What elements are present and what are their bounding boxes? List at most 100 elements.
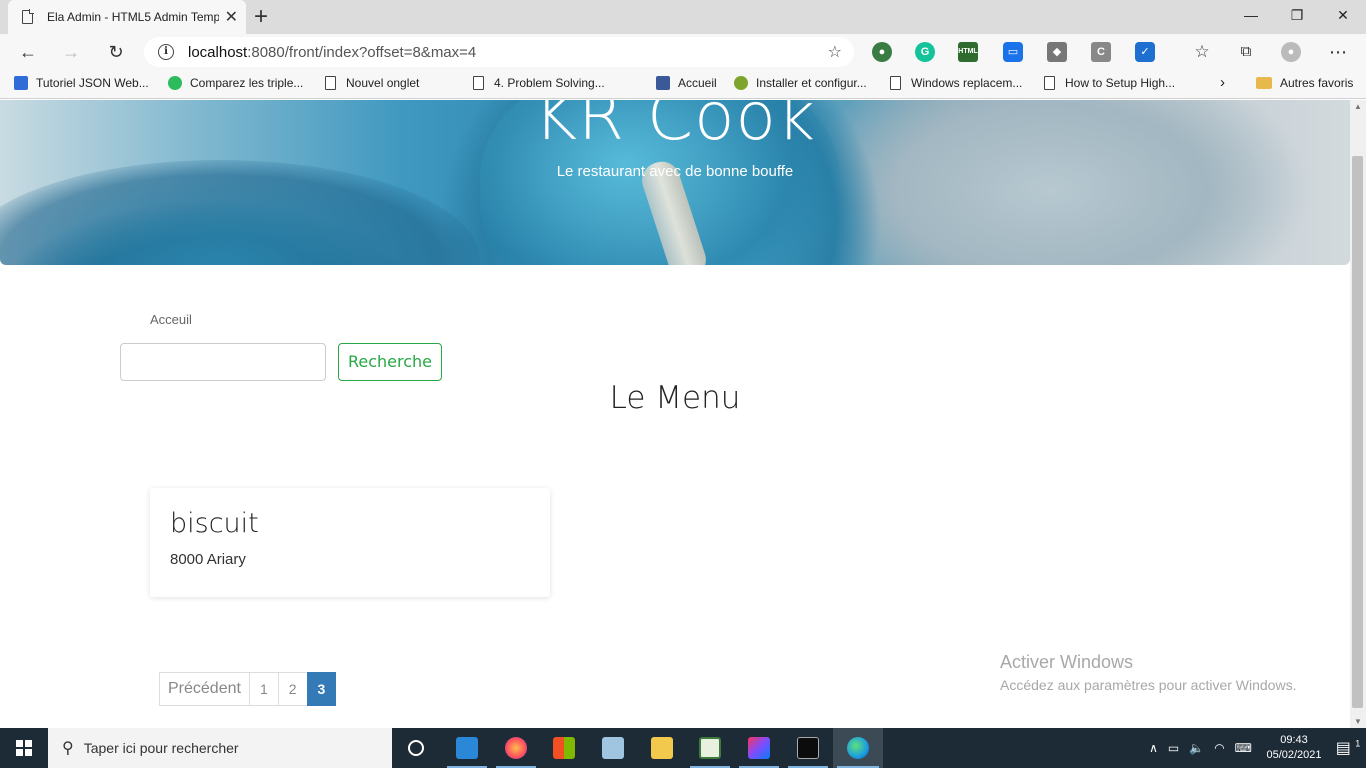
firefox-icon [505,737,527,759]
notes-icon [602,737,624,759]
start-button[interactable] [0,728,48,768]
favorites-icon[interactable]: ☆ [1188,39,1216,65]
site-info-icon[interactable]: i [158,44,174,60]
bookmark-label: How to Setup High... [1065,76,1176,90]
grammarly-icon[interactable]: G [915,42,935,62]
system-tray: ∧ ▭ 🔈 ◠ ⌨ 09:43 05/02/2021 ▤ 1 [1149,728,1366,768]
search-icon: ⚲ [62,740,74,757]
pagination-previous[interactable]: Précédent [159,672,250,706]
terminal-icon [797,737,819,759]
intellij-icon [748,737,770,759]
windows-activation-watermark: Activer Windows Accédez aux paramètres p… [1000,652,1296,693]
url-path: :8080/front/index?offset=8&max=4 [247,43,477,61]
bookmark-item[interactable]: Tutoriel JSON Web... [14,76,149,90]
bookmark-item[interactable]: Accueil [656,76,717,90]
profile-avatar-icon[interactable]: ● [1281,42,1301,62]
bookmark-label: Accueil [678,76,717,90]
site-tagline: Le restaurant avec de bonne bouffe [556,163,794,180]
page-icon [1044,76,1055,90]
volume-icon[interactable]: 🔈 [1189,741,1204,755]
show-hidden-icons-icon[interactable]: ∧ [1149,741,1158,755]
folder-icon [651,737,673,759]
bookmarks-bar: Tutoriel JSON Web... Comparez les triple… [0,70,1366,99]
bookmark-item[interactable]: Nouvel onglet [325,76,419,90]
taskbar-app-edge[interactable] [833,728,883,768]
browser-tab[interactable]: Ela Admin - HTML5 Admin Temp ✕ [8,0,246,34]
html-extension-icon[interactable]: HTML [958,42,978,62]
url-host: localhost [188,43,248,61]
extension-globe-icon[interactable]: ● [872,42,892,62]
code-extension-icon[interactable]: C [1091,42,1111,62]
pagination: Précédent 1 2 3 [159,672,337,706]
facebook-icon [656,76,670,90]
cube-extension-icon[interactable]: ◆ [1047,42,1067,62]
search-button[interactable]: Recherche [338,343,442,381]
clock-time: 09:43 [1280,734,1308,746]
watermark-subtitle: Accédez aux paramètres pour activer Wind… [1000,677,1297,693]
bookmark-item[interactable]: Installer et configur... [734,76,867,90]
watermark-title: Activer Windows [1000,652,1134,672]
scroll-up-icon[interactable]: ▲ [1354,102,1362,111]
breadcrumb-home[interactable]: Acceuil [150,312,192,327]
chat-extension-icon[interactable]: ▭ [1003,42,1023,62]
pagination-page-current[interactable]: 3 [306,672,337,706]
window-controls: — ❐ ✕ [1228,0,1366,30]
site-bookmark-icon [734,76,748,90]
taskbar-app-mail[interactable] [443,728,491,768]
new-tab-icon[interactable]: + [254,3,268,31]
keyboard-icon[interactable]: ⌨ [1235,741,1252,755]
search-input[interactable] [120,343,326,381]
bookmark-item[interactable]: 4. Problem Solving... [473,76,605,90]
menu-item-name: biscuit [170,508,259,539]
more-menu-icon[interactable]: ⋯ [1324,39,1352,65]
menu-item-card[interactable]: biscuit 8000 Ariary [150,488,550,597]
battery-icon[interactable]: ▭ [1168,741,1179,755]
wifi-icon[interactable]: ◠ [1214,741,1224,755]
other-favorites[interactable]: Autres favoris [1256,76,1353,90]
h-bookmark-icon [168,76,182,90]
refresh-icon[interactable]: ↻ [102,39,130,65]
store-icon [553,737,575,759]
address-bar[interactable]: i localhost:8080/front/index?offset=8&ma… [144,37,854,67]
bookmark-item[interactable]: Comparez les triple... [168,76,303,90]
cortana-button[interactable] [392,728,440,768]
browser-tab-bar: Ela Admin - HTML5 Admin Temp ✕ + — ❐ ✕ [0,0,1366,34]
taskbar-app-intellij[interactable] [735,728,783,768]
shield-extension-icon[interactable]: ✓ [1135,42,1155,62]
notifications-button[interactable]: ▤ 1 [1330,738,1366,758]
taskbar-app-terminal[interactable] [784,728,832,768]
restore-icon[interactable]: ❐ [1274,0,1320,30]
taskbar-app-explorer[interactable] [638,728,686,768]
taskbar-search-placeholder: Taper ici pour rechercher [83,740,239,756]
bookmark-label: Windows replacem... [911,76,1023,90]
taskbar-app-chart[interactable] [686,728,734,768]
bookmark-item[interactable]: Windows replacem... [890,76,1022,90]
mail-icon [456,737,478,759]
collections-icon[interactable]: ⧉ [1232,39,1260,65]
add-favorite-icon[interactable]: ☆ [828,42,842,62]
close-tab-icon[interactable]: ✕ [225,7,238,27]
bookmark-item[interactable]: How to Setup High... [1044,76,1175,90]
bookmark-label: Comparez les triple... [190,76,304,90]
scrollbar-thumb[interactable] [1352,156,1363,708]
forward-icon[interactable]: → [57,39,85,65]
folder-icon [1256,77,1272,89]
menu-item-price: 8000 Ariary [170,551,246,568]
minimize-icon[interactable]: — [1228,0,1274,30]
taskbar-app-store[interactable] [540,728,588,768]
taskbar-app-firefox[interactable] [492,728,540,768]
chevron-right-icon[interactable]: › [1220,74,1225,91]
clock[interactable]: 09:43 05/02/2021 [1258,733,1330,763]
taskbar-app-notes[interactable] [589,728,637,768]
taskbar-search[interactable]: ⚲ Taper ici pour rechercher [48,728,392,768]
close-window-icon[interactable]: ✕ [1320,0,1366,30]
back-icon[interactable]: ← [14,39,42,65]
bookmark-label: Installer et configur... [756,76,867,90]
notification-count: 1 [1355,738,1361,749]
scroll-down-icon[interactable]: ▼ [1354,717,1362,726]
hero-banner: KR Cook Le restaurant avec de bonne bouf… [0,100,1350,265]
pagination-page[interactable]: 1 [248,672,279,706]
pagination-page[interactable]: 2 [277,672,308,706]
site-brand[interactable]: KR Cook [0,100,1350,155]
page-scrollbar[interactable]: ▲ ▼ [1350,100,1366,728]
